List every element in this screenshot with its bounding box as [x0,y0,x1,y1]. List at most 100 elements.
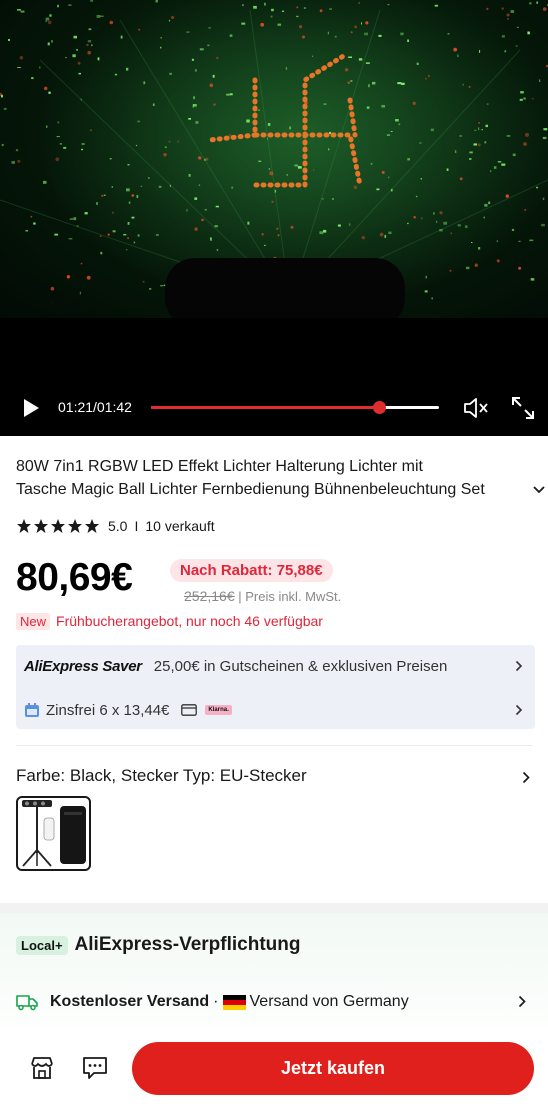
laser-dot [350,80,353,82]
saver-row[interactable]: AliExpress Saver 25,00€ in Gutscheinen &… [24,655,529,677]
installment-row[interactable]: Zinsfrei 6 x 13,44€ Klarna. [24,699,529,721]
old-price-line: 252,16€ | Preis inkl. MwSt. [184,588,341,604]
laser-dot [126,67,129,71]
buy-now-button[interactable]: Jetzt kaufen [132,1042,534,1095]
laser-dot [229,93,233,96]
laser-dot [128,201,131,204]
laser-dot [193,96,195,100]
laser-dot [125,249,128,251]
laser-dot [66,275,71,279]
laser-dot [49,14,52,17]
laser-dot [127,237,130,240]
laser-dot [281,10,285,12]
laser-dot [541,223,545,227]
laser-dot [160,46,162,49]
laser-dot [86,275,91,280]
rating-row[interactable]: 5.0 I 10 verkauft [16,517,215,535]
star-rating [16,518,100,534]
laser-dot [516,26,519,28]
laser-dot [169,184,171,187]
laser-dot [474,263,478,267]
laser-dot [466,266,470,270]
laser-dot [464,225,468,229]
laser-dot [59,143,62,145]
laser-dot [80,262,83,265]
chevron-right-icon [515,704,523,716]
laser-dot [186,31,190,33]
laser-dot [493,166,497,169]
laser-dot [160,37,162,39]
laser-dot [296,6,299,9]
store-icon[interactable] [28,1054,56,1082]
laser-dot [68,4,72,6]
laser-dot [542,197,545,201]
laser-dot [127,222,130,225]
video-progress-knob[interactable] [372,401,386,414]
laser-dot [542,7,547,11]
video-controls: 01:21/01:42 [0,388,548,428]
laser-dot [459,135,462,137]
laser-dot [364,32,368,36]
laser-dot [289,126,291,130]
laser-dot [133,241,136,244]
shipping-row[interactable]: Kostenloser Versand · Versand von German… [16,991,532,1013]
laser-dot [436,220,438,223]
variant-thumbnail[interactable] [16,796,91,871]
laser-dot [143,81,146,85]
laser-dot [381,105,385,108]
laser-dot [388,231,392,234]
product-title[interactable]: 80W 7in1 RGBW LED Effekt Lichter Halteru… [16,455,545,501]
divider [16,745,532,746]
laser-dot [257,109,261,111]
laser-dot [303,7,306,9]
shipping-dot: · [213,993,219,1010]
chevron-right-icon [522,771,530,784]
video-player[interactable]: 01:21/01:42 [0,0,548,436]
laser-dot [365,21,369,25]
laser-dot [198,156,202,160]
laser-dot [210,238,212,241]
laser-dot [319,9,323,13]
laser-dot [55,157,60,162]
laser-dot [505,194,509,198]
laser-dot [490,170,492,172]
play-icon[interactable] [18,396,42,420]
star-icon [51,519,65,533]
laser-dot [384,234,387,238]
laser-dot [479,50,481,53]
laser-dot [469,158,472,160]
laser-dot [473,143,477,146]
laser-dot [204,208,207,211]
product-thumbnail-image [22,800,86,867]
old-price: 252,16€ [184,588,235,604]
discount-badge[interactable]: Nach Rabatt: 75,88€ [170,559,333,582]
chat-icon[interactable] [81,1054,109,1082]
laser-dot [96,15,101,18]
laser-dot [96,202,98,205]
laser-dot [148,177,150,179]
laser-dot [186,208,188,212]
laser-dot [111,211,114,214]
laser-dot [163,153,167,157]
laser-dot [430,128,434,132]
laser-dot [152,103,155,106]
laser-dot [358,2,360,4]
laser-dot [529,239,534,242]
laser-dot [164,146,167,148]
video-progress-bar[interactable] [151,401,439,414]
laser-dot [72,54,76,58]
laser-dot [413,215,416,219]
variant-selector[interactable]: Farbe: Black, Stecker Typ: EU-Stecker [16,766,532,788]
fullscreen-icon[interactable] [510,395,536,421]
laser-dot [420,178,422,180]
star-icon [34,519,48,533]
mute-icon[interactable] [462,395,490,421]
star-icon [17,519,31,533]
laser-dot [268,168,270,170]
chevron-down-icon[interactable] [532,485,546,495]
bottom-action-bar: Jetzt kaufen [0,1030,548,1104]
laser-dot [8,39,10,41]
laser-dot [302,35,305,39]
laser-dot [194,69,197,72]
laser-dot [277,234,280,237]
